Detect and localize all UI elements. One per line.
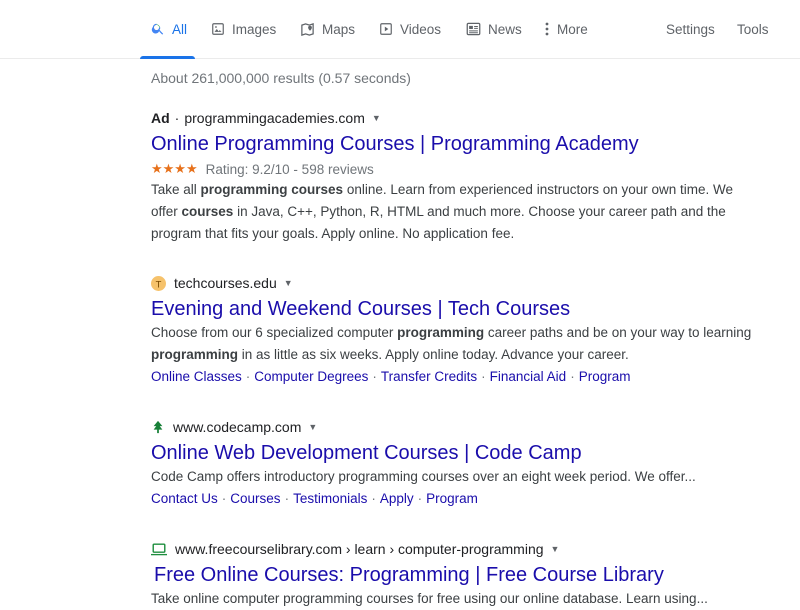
result-stats: About 261,000,000 results (0.57 seconds): [151, 70, 411, 86]
tab-images[interactable]: Images: [211, 0, 276, 58]
favicon: T: [151, 275, 166, 291]
rating-text: Rating: 9.2/10 - 598 reviews: [205, 161, 374, 177]
sitelink[interactable]: Transfer Credits: [381, 369, 477, 384]
snippet-text: Choose from our 6 specialized computer: [151, 325, 398, 340]
settings-button[interactable]: Settings: [666, 0, 715, 58]
result-snippet: Choose from our 6 specialized computer p…: [151, 322, 761, 366]
sitelink[interactable]: Online Classes: [151, 369, 242, 384]
result-snippet: Take online computer programming courses…: [151, 588, 761, 610]
snippet-text: in as little as six weeks. Apply online …: [238, 347, 629, 362]
snippet-bold-term: programming: [151, 347, 239, 362]
tab-images-label: Images: [232, 21, 277, 37]
sitelink-separator: ·: [481, 369, 486, 384]
sitelink-separator: ·: [372, 369, 377, 384]
sitelink-separator: ·: [417, 491, 423, 506]
sitelink-separator: ·: [371, 491, 376, 506]
result-title-link[interactable]: Evening and Weekend Courses | Tech Cours…: [151, 296, 761, 322]
star-rating-icon: ★★★★: [151, 161, 198, 176]
snippet-text: in Java, C++, Python, R, HTML and much m…: [151, 204, 726, 241]
laptop-icon: [151, 542, 167, 556]
map-icon: [300, 22, 315, 37]
tab-news[interactable]: News: [466, 0, 522, 58]
snippet-bold-term: programming: [397, 325, 485, 340]
result-snippet: Take all programming courses online. Lea…: [151, 179, 761, 245]
image-icon: [211, 22, 225, 36]
sitelink[interactable]: Program: [426, 491, 478, 506]
tab-more-label: More: [557, 21, 588, 37]
result-sitelinks: Contact Us · Courses · Testimonials · Apply · Pr…: [151, 488, 761, 510]
snippet-text: career paths and be on your way to learn…: [484, 325, 752, 340]
tab-videos-label: Videos: [400, 21, 442, 37]
result-cite: T techcourses.edu ▼: [151, 273, 761, 293]
sitelink[interactable]: Financial Aid: [490, 369, 567, 384]
result-rating: ★★★★ Rating: 9.2/10 - 598 reviews: [151, 159, 761, 179]
search-result: www.freecourselibrary.com › learn › comp…: [151, 539, 761, 610]
tab-all-label: All: [172, 21, 188, 37]
sitelink-separator: ·: [221, 491, 227, 506]
dropdown-caret-icon[interactable]: ▼: [372, 113, 381, 123]
sitelink[interactable]: Program: [579, 369, 631, 384]
dropdown-caret-icon[interactable]: ▼: [551, 544, 560, 554]
tab-maps[interactable]: Maps: [300, 0, 355, 58]
sitelink-separator: ·: [570, 369, 575, 384]
snippet-bold-term: courses: [181, 204, 234, 219]
sitelink-separator: ·: [284, 491, 290, 506]
video-icon: [379, 22, 393, 36]
ad-badge: Ad: [151, 110, 170, 126]
sitelink-separator: ·: [245, 369, 251, 384]
tab-more[interactable]: More: [544, 0, 588, 58]
result-title-link[interactable]: Online Web Development Courses | Code Ca…: [151, 440, 761, 466]
result-cite: Ad · programmingacademies.com ▼: [151, 108, 761, 128]
result-title-link[interactable]: Free Online Courses: Programming | Free …: [154, 562, 761, 588]
favicon-letter: T: [156, 279, 162, 289]
snippet-text: Take online computer programming courses…: [151, 591, 708, 606]
snippet-text: Code Camp offers introductory programmin…: [151, 469, 696, 484]
sitelink[interactable]: Testimonials: [293, 491, 367, 506]
tab-maps-label: Maps: [322, 21, 356, 37]
search-result: www.codecamp.com ▼ Online Web Developmen…: [151, 417, 761, 510]
sitelink[interactable]: Courses: [230, 491, 280, 506]
tab-news-label: News: [488, 21, 522, 37]
result-url[interactable]: www.freecourselibrary.com › learn › comp…: [175, 541, 544, 557]
dropdown-caret-icon[interactable]: ▼: [284, 278, 293, 288]
snippet-bold-term: programming courses: [200, 182, 344, 197]
cite-separator: ·: [174, 110, 180, 126]
search-result-ad: Ad · programmingacademies.com ▼ Online P…: [151, 108, 761, 245]
tab-videos[interactable]: Videos: [379, 0, 441, 58]
snippet-text: Take all: [151, 182, 201, 197]
result-snippet: Code Camp offers introductory programmin…: [151, 466, 761, 488]
tab-all[interactable]: All: [139, 0, 196, 59]
result-url[interactable]: programmingacademies.com: [184, 110, 365, 126]
result-url[interactable]: techcourses.edu: [174, 275, 277, 291]
more-vert-icon: [544, 22, 550, 36]
search-tabs-bar: All Images Maps Videos News More Setting…: [0, 0, 800, 59]
search-result: T techcourses.edu ▼ Evening and Weekend …: [151, 273, 761, 388]
sitelink[interactable]: Apply: [380, 491, 414, 506]
sitelink[interactable]: Contact Us: [151, 491, 218, 506]
result-cite: www.freecourselibrary.com › learn › comp…: [151, 539, 761, 559]
tree-icon: [151, 420, 165, 434]
sitelink[interactable]: Computer Degrees: [254, 369, 368, 384]
dropdown-caret-icon[interactable]: ▼: [308, 422, 317, 432]
news-icon: [466, 22, 481, 36]
result-title-link[interactable]: Online Programming Courses | Programming…: [151, 131, 761, 157]
result-sitelinks: Online Classes · Computer Degrees · Transfer…: [151, 366, 761, 388]
search-icon: [151, 22, 165, 36]
result-cite: www.codecamp.com ▼: [151, 417, 761, 437]
tools-button[interactable]: Tools: [737, 0, 769, 58]
result-url[interactable]: www.codecamp.com: [173, 419, 301, 435]
